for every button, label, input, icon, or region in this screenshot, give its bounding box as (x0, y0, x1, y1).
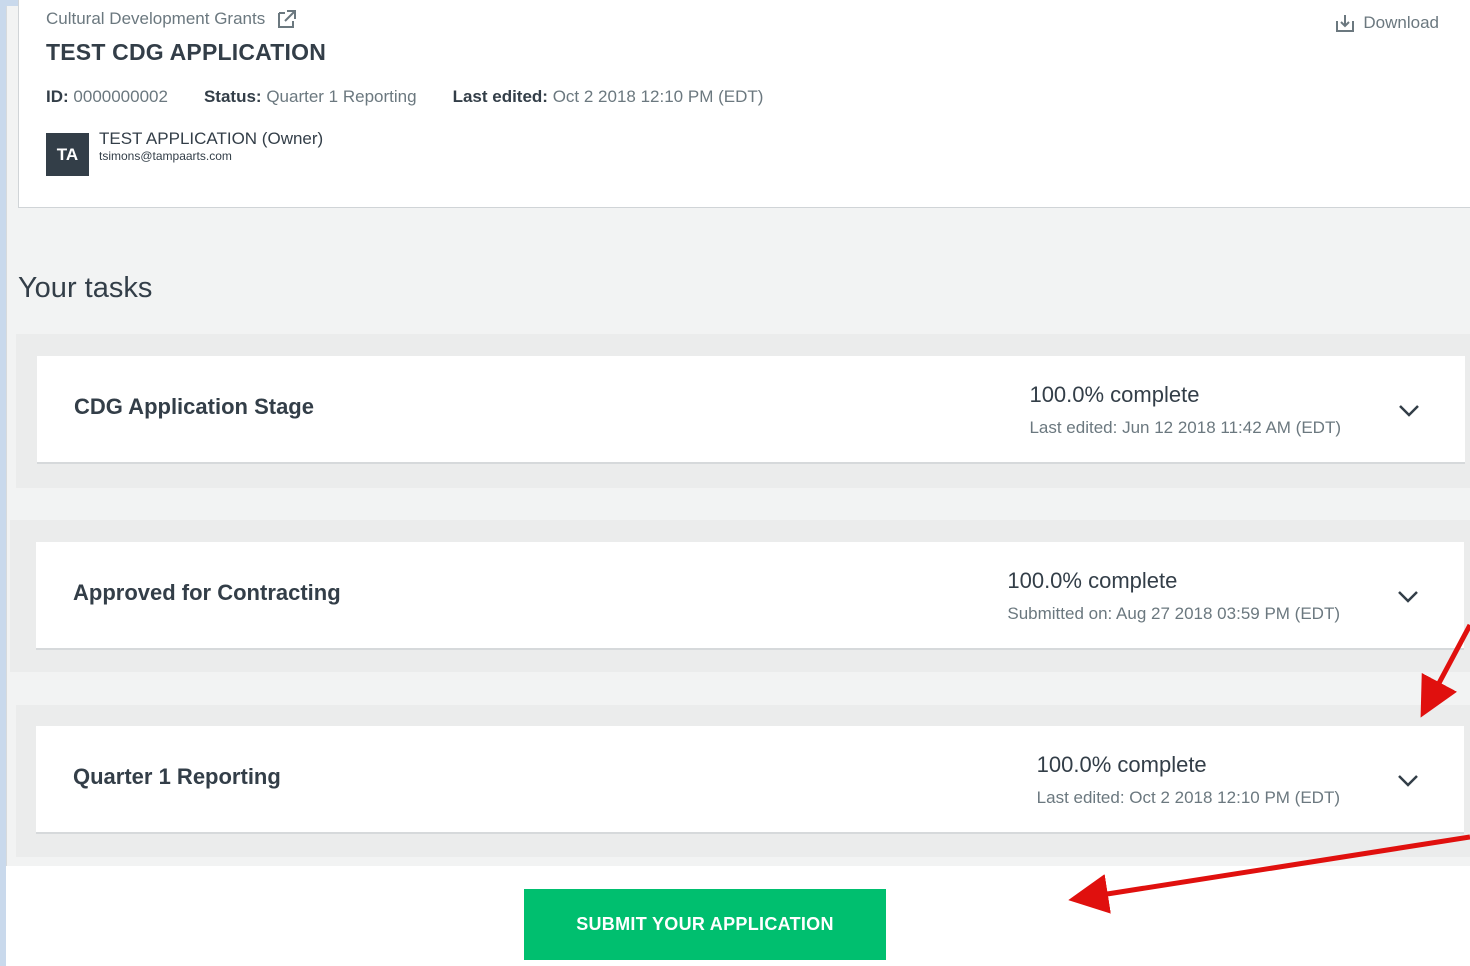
task-date: Last edited: Oct 2 2018 12:10 PM (EDT) (1036, 788, 1340, 807)
task-progress: 100.0% complete (1007, 568, 1178, 593)
task-section: Approved for Contracting 100.0% complete… (10, 520, 1470, 672)
task-section: CDG Application Stage 100.0% complete La… (16, 334, 1470, 488)
task-card[interactable]: Approved for Contracting 100.0% complete… (36, 542, 1464, 650)
owner-info: TA TEST APPLICATION (Owner) tsimons@tamp… (46, 129, 323, 176)
owner-name: TEST APPLICATION (Owner) (99, 129, 324, 148)
chevron-down-icon[interactable] (1396, 768, 1420, 792)
download-icon[interactable] (1335, 13, 1355, 33)
task-card[interactable]: CDG Application Stage 100.0% complete La… (37, 356, 1465, 464)
task-progress: 100.0% complete (1029, 382, 1200, 407)
task-progress: 100.0% complete (1036, 752, 1207, 777)
owner-email: tsimons@tampaarts.com (99, 149, 232, 163)
program-link-label[interactable]: Cultural Development Grants (46, 9, 265, 29)
tasks-heading: Your tasks (18, 272, 153, 304)
external-link-icon[interactable] (277, 9, 297, 29)
task-status: 100.0% complete Submitted on: Aug 27 201… (1007, 568, 1340, 624)
task-date: Last edited: Jun 12 2018 11:42 AM (EDT) (1029, 418, 1341, 437)
task-status: 100.0% complete Last edited: Jun 12 2018… (1029, 382, 1341, 438)
download-button[interactable]: Download (1335, 13, 1439, 33)
meta-id: ID: 0000000002 (46, 87, 168, 106)
task-name[interactable]: CDG Application Stage (74, 394, 314, 420)
download-label[interactable]: Download (1363, 13, 1439, 33)
task-date: Submitted on: Aug 27 2018 03:59 PM (EDT) (1007, 604, 1340, 623)
task-name[interactable]: Approved for Contracting (73, 580, 341, 606)
task-status: 100.0% complete Last edited: Oct 2 2018 … (1037, 752, 1340, 808)
submit-area: SUBMIT YOUR APPLICATION (6, 866, 1470, 966)
program-link[interactable]: Cultural Development Grants (46, 9, 297, 29)
application-title: TEST CDG APPLICATION (46, 39, 326, 65)
application-header-card: Cultural Development Grants TEST CDG APP… (18, 0, 1470, 208)
avatar: TA (46, 133, 89, 176)
task-section: Quarter 1 Reporting 100.0% complete Last… (16, 705, 1470, 857)
submit-application-button[interactable]: SUBMIT YOUR APPLICATION (524, 889, 886, 960)
task-card[interactable]: Quarter 1 Reporting 100.0% complete Last… (36, 726, 1464, 834)
meta-status: Status: Quarter 1 Reporting (203, 87, 417, 106)
application-meta: ID: 0000000002 Status: Quarter 1 Reporti… (46, 87, 763, 107)
task-name[interactable]: Quarter 1 Reporting (73, 764, 281, 790)
chevron-down-icon[interactable] (1396, 584, 1420, 608)
meta-last-edited: Last edited: Oct 2 2018 12:10 PM (EDT) (452, 87, 764, 106)
chevron-down-icon[interactable] (1397, 398, 1421, 422)
